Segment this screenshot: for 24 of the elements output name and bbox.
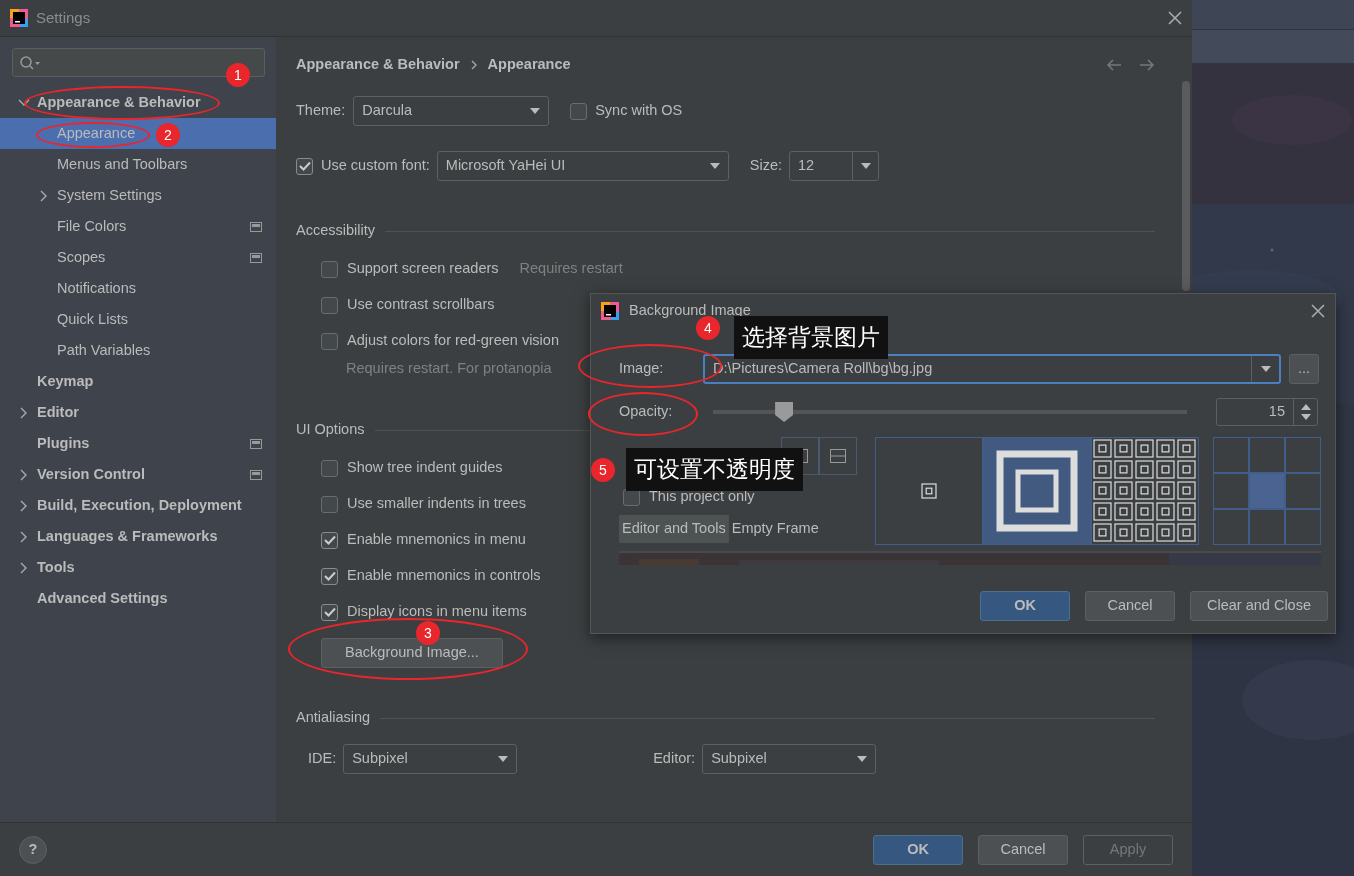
checkbox-label: Show tree indent guides: [347, 458, 503, 478]
callout-tooltip: 可设置不透明度: [626, 448, 803, 491]
checkbox-label: Use contrast scrollbars: [347, 295, 495, 315]
hint-text: Requires restart. For protanopia: [346, 359, 552, 379]
checkbox-label: Use smaller indents in trees: [347, 494, 526, 514]
field-label: Image:: [619, 359, 665, 379]
checkbox-label: Enable mnemonics in controls: [347, 566, 541, 586]
checkbox-label: Adjust colors for red-green vision: [347, 331, 559, 351]
field-label: Editor:: [653, 749, 696, 769]
section-title: Accessibility: [296, 221, 375, 241]
field-label: Theme:: [296, 101, 346, 121]
restart-note: Requires restart: [519, 259, 623, 279]
field-label: Opacity:: [619, 402, 674, 422]
checkbox-label: Display icons in menu items: [347, 602, 527, 622]
checkbox-label: Enable mnemonics in menu: [347, 530, 526, 550]
window-title: Settings: [36, 7, 91, 28]
section-title: Antialiasing: [296, 708, 371, 728]
callout-tooltip: 选择背景图片: [734, 316, 888, 359]
field-label: IDE:: [308, 749, 337, 769]
checkbox-label: Sync with OS: [595, 101, 683, 121]
field-label: Size:: [749, 156, 783, 176]
checkbox-label: Support screen readers: [347, 259, 499, 279]
checkbox-label: Use custom font:: [321, 156, 430, 176]
section-title: UI Options: [296, 420, 365, 440]
